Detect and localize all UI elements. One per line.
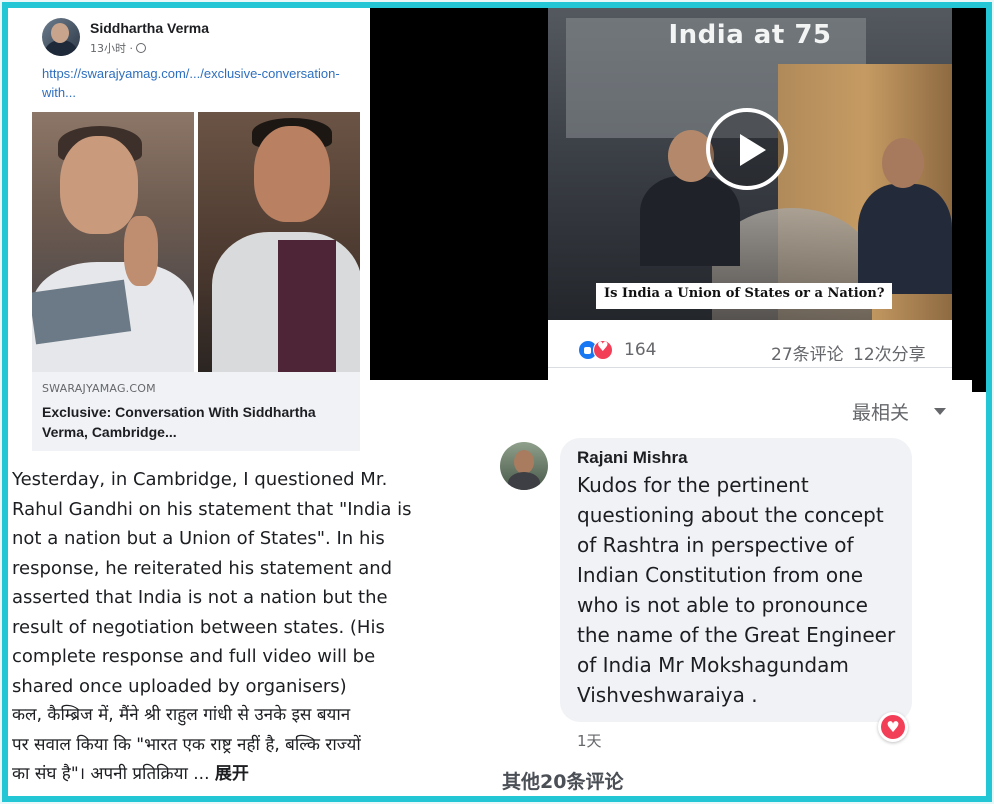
comment-sort-dropdown[interactable]: 最相关	[852, 398, 909, 425]
facebook-post: Siddhartha Verma 13小时 · https://swarajya…	[26, 8, 370, 453]
caption-hindi-text: कल, कैम्ब्रिज में, मैंने श्री राहुल गांध…	[12, 705, 361, 784]
caption-hindi: कल, कैम्ब्रिज में, मैंने श्री राहुल गांध…	[12, 701, 450, 790]
post-link[interactable]: https://swarajyamag.com/.../exclusive-co…	[42, 64, 342, 102]
comment-bubble: Rajani Mishra Kudos for the pertinent qu…	[560, 438, 912, 722]
caption-english: Yesterday, in Cambridge, I questioned Mr…	[12, 469, 412, 697]
heart-icon: ♥	[881, 715, 905, 739]
play-icon	[740, 134, 766, 166]
commenter-name[interactable]: Rajani Mishra	[577, 448, 896, 468]
video-caption: Is India a Union of States or a Nation?	[596, 283, 893, 309]
play-button[interactable]	[706, 108, 788, 190]
comments-section: 最相关 Rajani Mishra Kudos for the pertinen…	[452, 380, 972, 796]
link-preview-card[interactable]: SWARAJYAMAG.COM Exclusive: Conversation …	[32, 372, 360, 453]
comment-text: Kudos for the pertinent questioning abou…	[577, 473, 896, 707]
link-preview-photo-right[interactable]	[198, 112, 360, 372]
globe-icon	[136, 43, 146, 53]
post-caption: Yesterday, in Cambridge, I questioned Mr…	[8, 451, 450, 796]
post-header: Siddhartha Verma 13小时 ·	[42, 18, 362, 64]
comment-reaction[interactable]: ♥	[878, 712, 908, 742]
commenter-avatar[interactable]	[500, 442, 548, 490]
link-domain: SWARAJYAMAG.COM	[42, 382, 156, 395]
author-avatar[interactable]	[42, 18, 80, 56]
post-timestamp[interactable]: 13小时 ·	[90, 40, 146, 56]
reaction-count[interactable]: 164	[624, 340, 656, 360]
comment-count[interactable]: 27条评论	[771, 340, 844, 365]
see-more-link[interactable]: 展开	[215, 764, 249, 784]
author-name[interactable]: Siddhartha Verma	[90, 20, 209, 36]
view-more-comments[interactable]: 其他20条评论	[502, 767, 623, 794]
reactions-bar: 164 27条评论 12次分享	[548, 326, 952, 368]
video-post: India at 75 Is India a Union of States o…	[528, 8, 986, 392]
screenshot-collage: Siddhartha Verma 13小时 · https://swarajya…	[2, 2, 992, 802]
video-player[interactable]: India at 75 Is India a Union of States o…	[548, 8, 952, 320]
video-title: India at 75	[668, 20, 832, 50]
caret-down-icon[interactable]	[934, 408, 946, 415]
background-divider	[370, 8, 528, 380]
post-time-text: 13小时 ·	[90, 42, 133, 55]
link-title: Exclusive: Conversation With Siddhartha …	[42, 404, 316, 440]
comment-time[interactable]: 1天	[577, 730, 602, 751]
love-icon[interactable]	[593, 340, 613, 360]
share-count[interactable]: 12次分享	[853, 340, 926, 365]
video-card: India at 75 Is India a Union of States o…	[548, 8, 952, 392]
link-preview-photo-left[interactable]	[32, 112, 194, 372]
